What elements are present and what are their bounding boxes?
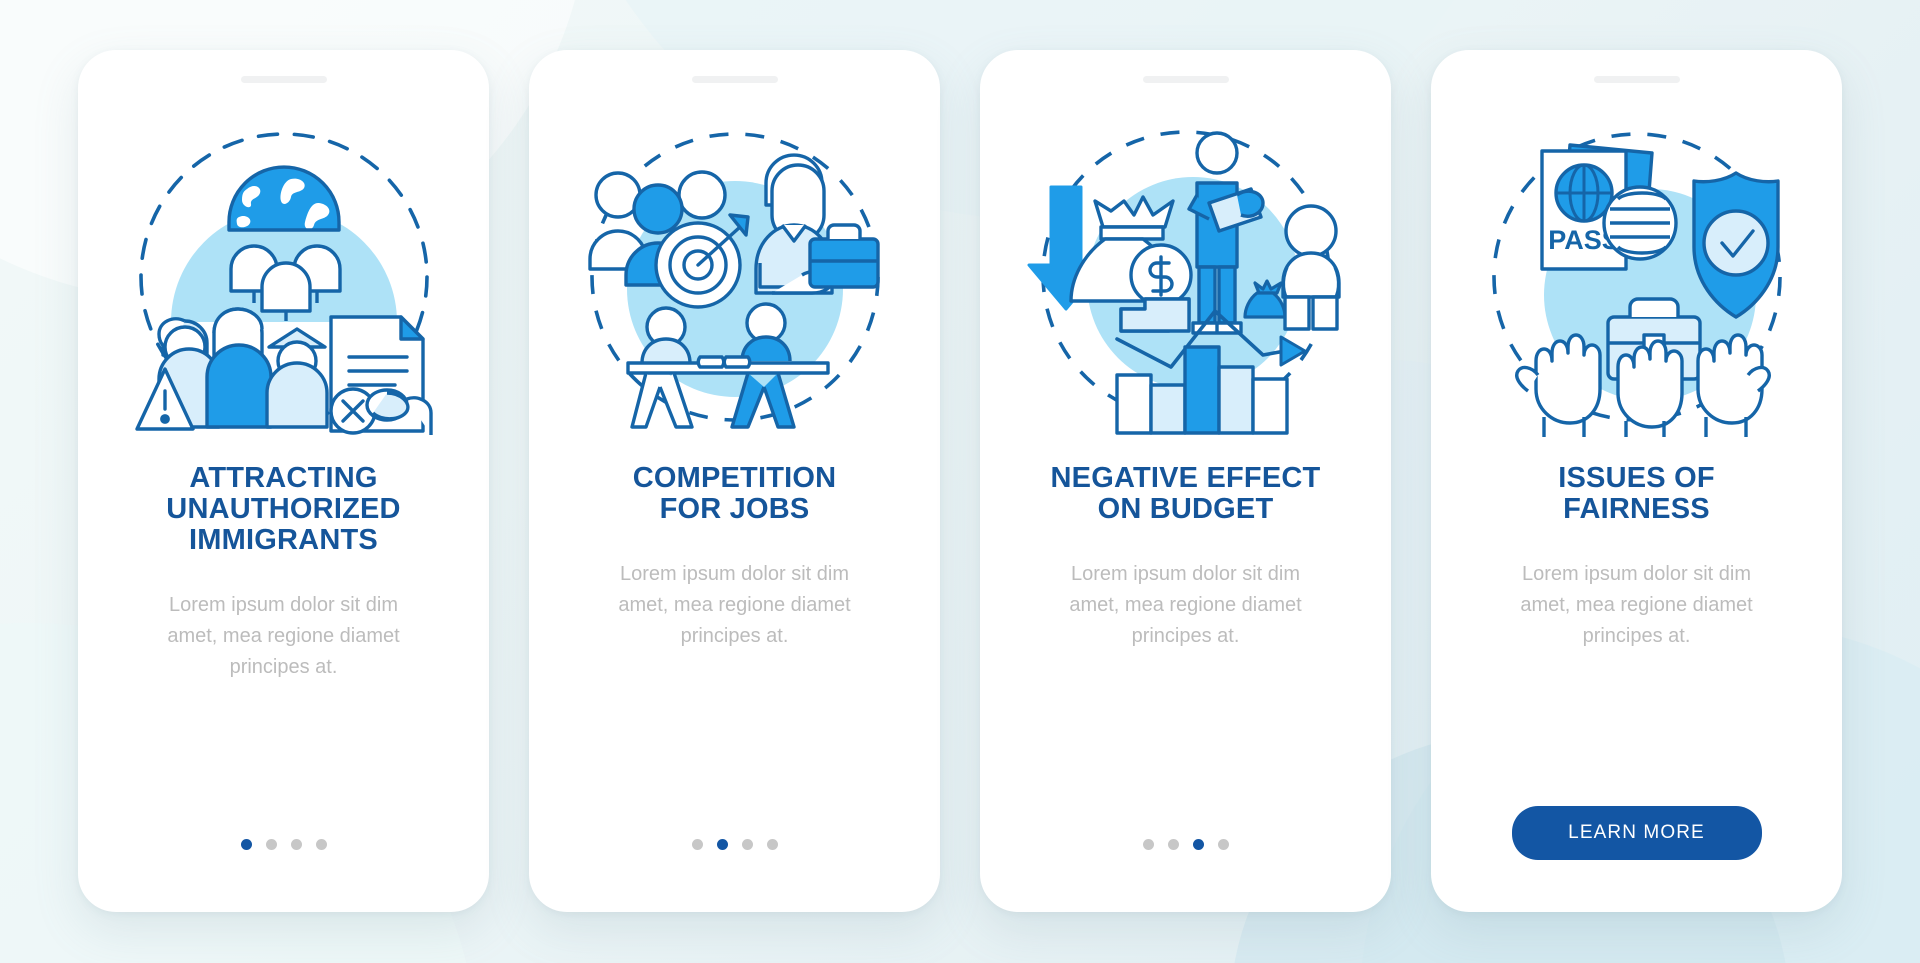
pagination-dot-1[interactable] bbox=[1142, 839, 1154, 850]
pagination-dot-1[interactable] bbox=[240, 839, 252, 850]
page-description: Lorem ipsum dolor sit dim amet, mea regi… bbox=[167, 594, 400, 679]
page-title: ATTRACTING UNAUTHORIZED IMMIGRANTS bbox=[166, 462, 401, 557]
pagination-dot-2[interactable] bbox=[1167, 839, 1179, 850]
pagination-dot-3[interactable] bbox=[1192, 839, 1204, 850]
passport-shield-raised-hands-icon: PASS bbox=[1491, 132, 1782, 437]
learn-more-button[interactable]: LEARN MORE bbox=[1511, 806, 1762, 860]
globe-family-denied-document-icon bbox=[134, 132, 433, 435]
page-title: COMPETITION FOR JOBS bbox=[632, 462, 837, 526]
phone-speaker-icon bbox=[691, 76, 778, 83]
phone-speaker-icon bbox=[240, 76, 327, 83]
pagination-dot-1[interactable] bbox=[691, 839, 703, 850]
pagination-dot-4[interactable] bbox=[315, 839, 327, 850]
pagination-dot-4[interactable] bbox=[1217, 839, 1229, 850]
crowd-target-briefcase-interview-icon bbox=[587, 132, 880, 429]
pagination-dot-3[interactable] bbox=[741, 839, 753, 850]
pagination-dot-2[interactable] bbox=[716, 839, 728, 850]
pagination-dots[interactable] bbox=[691, 839, 778, 850]
pagination-dot-2[interactable] bbox=[265, 839, 277, 850]
phone-speaker-icon bbox=[1142, 76, 1229, 83]
onboarding-screen-attracting-unauthorized-immigrants: ATTRACTING UNAUTHORIZED IMMIGRANTS Lorem… bbox=[78, 50, 489, 912]
onboarding-screen-competition-for-jobs: COMPETITION FOR JOBS Lorem ipsum dolor s… bbox=[529, 50, 940, 912]
page-title: NEGATIVE EFFECT ON BUDGET bbox=[1050, 462, 1321, 526]
pagination-dots[interactable] bbox=[1142, 839, 1229, 850]
pagination-dot-3[interactable] bbox=[290, 839, 302, 850]
page-description: Lorem ipsum dolor sit dim amet, mea regi… bbox=[618, 563, 851, 648]
page-description: Lorem ipsum dolor sit dim amet, mea regi… bbox=[1520, 563, 1753, 648]
pagination-dot-4[interactable] bbox=[766, 839, 778, 850]
pagination-dots[interactable] bbox=[240, 839, 327, 850]
page-description: Lorem ipsum dolor sit dim amet, mea regi… bbox=[1069, 563, 1302, 648]
onboarding-screen-deck: ATTRACTING UNAUTHORIZED IMMIGRANTS Lorem… bbox=[0, 0, 1920, 963]
page-title: ISSUES OF FAIRNESS bbox=[1558, 462, 1715, 526]
onboarding-screen-issues-of-fairness: PASS ISSUES OF FAIRNESS Lorem ipsum dolo… bbox=[1431, 50, 1842, 912]
onboarding-screen-negative-effect-on-budget: NEGATIVE EFFECT ON BUDGET Lorem ipsum do… bbox=[980, 50, 1391, 912]
money-bag-down-arrow-bar-chart-icon bbox=[1027, 130, 1341, 435]
phone-speaker-icon bbox=[1593, 76, 1680, 83]
